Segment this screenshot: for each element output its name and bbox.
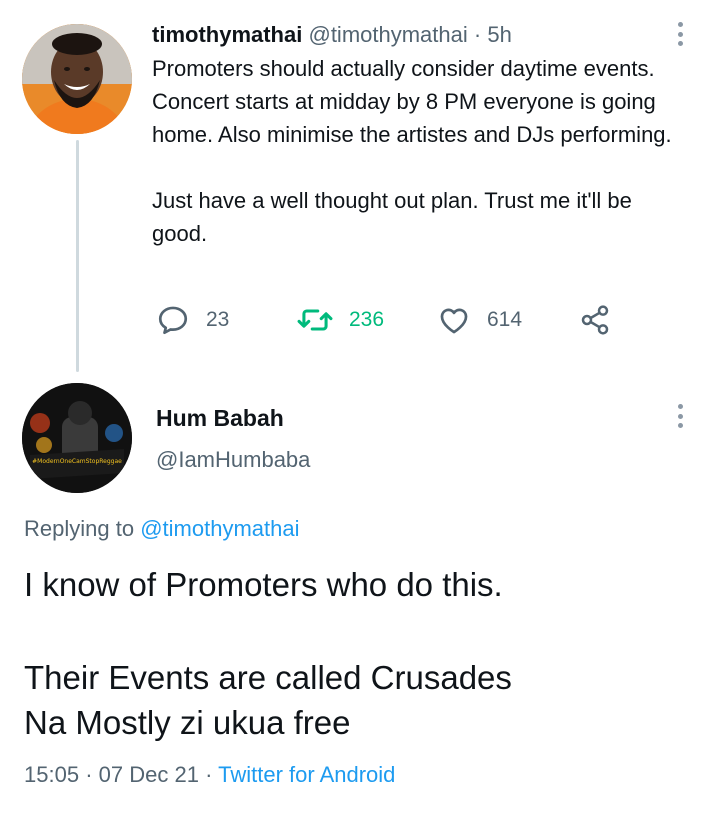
tweet-client-link[interactable]: Twitter for Android <box>218 762 395 787</box>
tweet-time[interactable]: 15:05 <box>24 762 79 787</box>
retweet-count: 236 <box>349 308 385 331</box>
avatar-image <box>22 24 132 134</box>
tweet-body: Promoters should actually consider dayti… <box>152 52 682 250</box>
more-options-icon[interactable] <box>668 400 692 432</box>
replying-to-handle-link[interactable]: @timothymathai <box>140 516 299 541</box>
footer-separator: · <box>85 762 93 787</box>
reply-blank-line <box>24 607 704 655</box>
replying-to-prefix: Replying to <box>24 516 135 541</box>
reply-icon <box>158 306 188 335</box>
reply-author[interactable]: Hum Babah @IamHumbaba <box>156 402 310 476</box>
author-display-name[interactable]: timothymathai <box>152 22 302 47</box>
tweet-time-ago[interactable]: 5h <box>487 22 511 47</box>
footer-separator: · <box>205 762 213 787</box>
tweet-paragraph: Just have a well thought out plan. Trust… <box>152 188 632 246</box>
replying-to-line: Replying to @timothymathai <box>24 512 299 546</box>
tweet-actions-bar: 23 236 614 <box>152 300 632 340</box>
avatar-humbabah[interactable]: #ModernOneCamStopReggae <box>22 383 132 493</box>
reply-body: I know of Promoters who do this. Their E… <box>24 562 704 745</box>
share-button[interactable] <box>579 300 611 340</box>
tweet-date[interactable]: 07 Dec 21 <box>99 762 199 787</box>
original-tweet: timothymathai @timothymathai · 5h Promot… <box>152 18 682 250</box>
reply-count: 23 <box>206 308 230 331</box>
tweet-paragraph: Promoters should actually consider dayti… <box>152 56 672 147</box>
reply-line: Their Events are called Crusades <box>24 659 512 696</box>
reply-line: Na Mostly zi ukua free <box>24 704 351 741</box>
author-handle[interactable]: @timothymathai <box>308 22 467 47</box>
like-button[interactable]: 614 <box>437 300 522 340</box>
like-icon <box>440 308 468 334</box>
reply-line: I know of Promoters who do this. <box>24 566 503 603</box>
reply-author-handle[interactable]: @IamHumbaba <box>156 444 310 476</box>
avatar-timothymathai[interactable] <box>22 24 132 134</box>
tweet-footer-meta: 15:05 · 07 Dec 21 · Twitter for Android <box>24 760 395 790</box>
tweet-header: timothymathai @timothymathai · 5h <box>152 18 682 52</box>
meta-separator: · <box>473 22 482 47</box>
retweet-icon <box>297 309 333 331</box>
share-icon <box>581 305 609 335</box>
retweet-button[interactable]: 236 <box>297 300 384 340</box>
like-count: 614 <box>487 308 523 331</box>
thread-connector-line <box>76 140 79 372</box>
avatar-caption: #ModernOneCamStopReggae <box>32 458 122 465</box>
avatar-image: #ModernOneCamStopReggae <box>22 383 132 493</box>
reply-button[interactable]: 23 <box>156 300 229 340</box>
reply-author-display-name[interactable]: Hum Babah <box>156 402 310 434</box>
